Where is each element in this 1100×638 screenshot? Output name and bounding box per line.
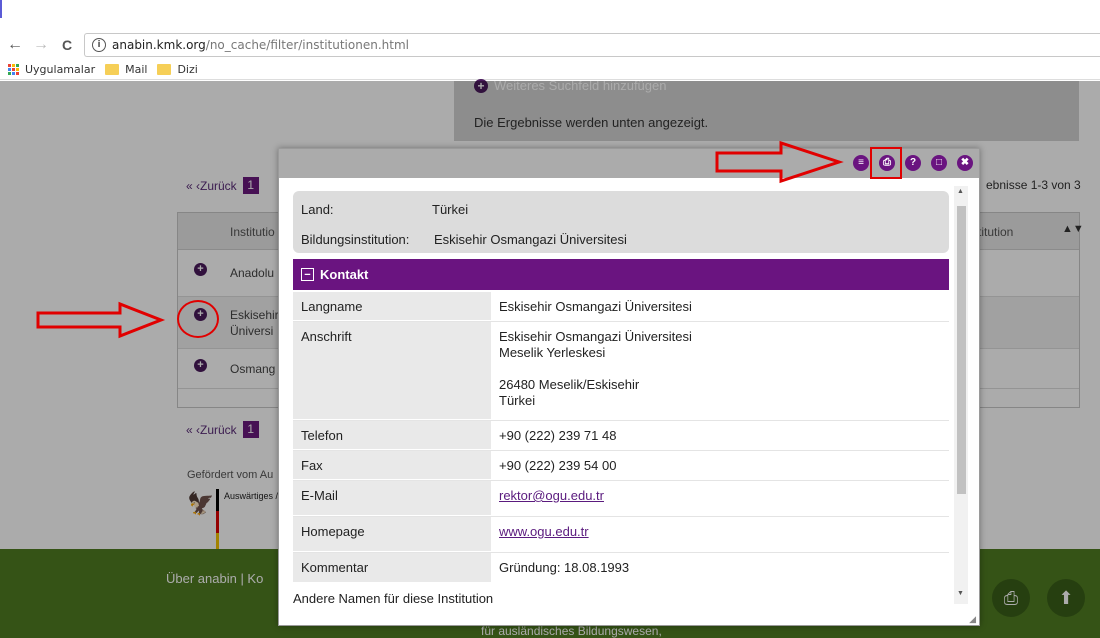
highlight-circle <box>177 300 219 338</box>
close-icon[interactable]: ✖ <box>957 155 973 171</box>
contact-row-langname: Langname Eskisehir Osmangazi Üniversites… <box>293 292 949 322</box>
field-value: +90 (222) 239 71 48 <box>499 428 617 443</box>
scroll-up-icon[interactable]: ▲ <box>957 188 964 195</box>
field-label: Anschrift <box>293 322 491 420</box>
contact-row-anschrift: Anschrift Eskisehir Osmangazi Üniversite… <box>293 322 949 421</box>
address-line: Eskisehir Osmangazi Üniversitesi <box>499 329 692 344</box>
field-value: www.ogu.edu.tr <box>499 524 589 540</box>
bookmark-apps[interactable]: Uygulamalar <box>8 63 95 76</box>
field-value: Eskisehir Osmangazi Üniversitesi <box>499 299 692 314</box>
contact-row-email: E-Mail rektor@ogu.edu.tr <box>293 481 949 517</box>
browser-toolbar: ← → C i anabin.kmk.org/no_cache/filter/i… <box>0 30 1100 60</box>
reload-icon[interactable]: C <box>56 34 78 56</box>
scroll-down-icon[interactable]: ▼ <box>957 590 964 597</box>
contact-row-telefon: Telefon +90 (222) 239 71 48 <box>293 421 949 451</box>
contact-row-kommentar: Kommentar Gründung: 18.08.1993 <box>293 553 949 583</box>
tab-edge <box>0 0 2 18</box>
url-path: /no_cache/filter/institutionen.html <box>205 38 409 52</box>
address-line: Türkei <box>499 393 536 408</box>
field-label: Telefon <box>293 421 491 450</box>
summary-box: Land: Türkei Bildungsinstitution: Eskise… <box>293 191 949 253</box>
field-value: Gründung: 18.08.1993 <box>499 560 630 575</box>
address-line: 26480 Meselik/Eskisehir <box>499 377 640 392</box>
url-host: anabin.kmk.org <box>112 38 206 52</box>
field-value: +90 (222) 239 54 00 <box>499 458 617 473</box>
back-icon[interactable]: ← <box>4 34 26 56</box>
summary-value: Türkei <box>432 202 469 217</box>
dialog-scrollbar[interactable]: ▲ ▼ <box>954 186 968 604</box>
field-label: Fax <box>293 451 491 480</box>
scrollbar-thumb[interactable] <box>957 206 966 494</box>
bookmark-label: Mail <box>125 63 148 76</box>
field-label: Kommentar <box>293 553 491 583</box>
field-label: Homepage <box>293 517 491 552</box>
browser-tab-strip <box>0 0 1100 30</box>
homepage-link[interactable]: www.ogu.edu.tr <box>499 524 589 539</box>
field-label: E-Mail <box>293 481 491 516</box>
field-value: rektor@ogu.edu.tr <box>499 488 604 504</box>
bookmark-label: Uygulamalar <box>25 63 96 76</box>
collapse-icon[interactable]: − <box>301 268 314 281</box>
dialog-content[interactable]: Land: Türkei Bildungsinstitution: Eskise… <box>279 178 979 627</box>
kontakt-section-header[interactable]: − Kontakt <box>293 259 949 290</box>
bookmarks-bar: Uygulamalar Mail Dizi <box>0 60 1100 80</box>
field-label: Langname <box>293 292 491 321</box>
address-bar[interactable]: i anabin.kmk.org/no_cache/filter/institu… <box>84 33 1100 57</box>
email-link[interactable]: rektor@ogu.edu.tr <box>499 488 604 503</box>
bookmark-dizi[interactable]: Dizi <box>157 63 198 76</box>
forward-icon[interactable]: → <box>30 34 52 56</box>
maximize-icon[interactable]: □ <box>931 155 947 171</box>
contact-row-fax: Fax +90 (222) 239 54 00 <box>293 451 949 481</box>
bookmark-label: Dizi <box>177 63 198 76</box>
list-icon[interactable]: ≡ <box>853 155 869 171</box>
section-title: Kontakt <box>320 267 369 282</box>
folder-icon <box>157 64 172 75</box>
apps-grid-icon <box>8 63 20 76</box>
highlight-box <box>870 147 902 179</box>
info-icon[interactable]: i <box>92 38 106 52</box>
summary-key: Land: <box>301 202 334 217</box>
institution-detail-dialog: ≡ ⎙ ? □ ✖ Land: Türkei Bildungsinstituti… <box>278 148 980 626</box>
other-names-heading[interactable]: Andere Namen für diese Institution <box>293 591 493 606</box>
folder-icon <box>105 64 120 75</box>
contact-row-homepage: Homepage www.ogu.edu.tr <box>293 517 949 553</box>
field-value: Eskisehir Osmangazi Üniversitesi Meselik… <box>499 329 692 409</box>
resize-handle-icon[interactable]: ◢ <box>969 614 976 625</box>
bookmark-mail[interactable]: Mail <box>105 63 147 76</box>
summary-value: Eskisehir Osmangazi Üniversitesi <box>434 232 627 247</box>
help-icon[interactable]: ? <box>905 155 921 171</box>
summary-key: Bildungsinstitution: <box>301 232 410 247</box>
address-line: Meselik Yerleskesi <box>499 345 606 360</box>
